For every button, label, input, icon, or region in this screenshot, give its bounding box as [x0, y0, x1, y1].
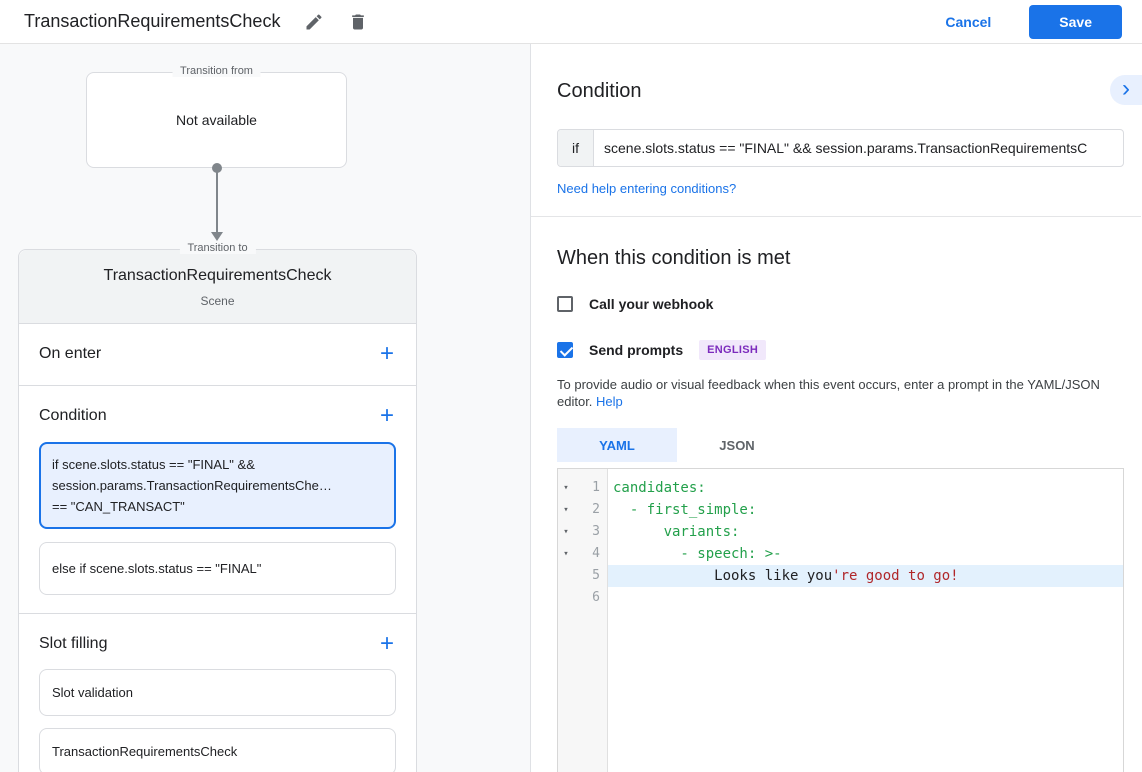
scene-editor-screen: TransactionRequirementsCheck Cancel Save… — [0, 0, 1142, 772]
on-enter-section: On enter + — [19, 324, 416, 386]
on-enter-label: On enter — [39, 345, 101, 363]
prompt-help-link[interactable]: Help — [596, 394, 623, 409]
fold-arrow-icon[interactable]: ▾ — [558, 477, 574, 499]
line-number: 1 — [574, 477, 607, 499]
line-number: 2 — [574, 499, 607, 521]
line-number: 4 — [574, 543, 607, 565]
scene-card-header: TransactionRequirementsCheck Scene — [19, 250, 416, 324]
cancel-button[interactable]: Cancel — [945, 14, 991, 30]
transition-from-box: Transition from Not available — [86, 72, 347, 168]
chevron-right-icon: › — [1122, 77, 1130, 101]
code-line[interactable]: - first_simple: — [608, 499, 1123, 521]
add-on-enter-button[interactable]: + — [378, 344, 396, 364]
transition-to-label: Transition to — [179, 242, 255, 254]
condition-expression-row: if scene.slots.status == "FINAL" && sess… — [557, 129, 1124, 167]
tab-json[interactable]: JSON — [677, 428, 797, 462]
conditions-help-link[interactable]: Need help entering conditions? — [557, 181, 736, 196]
condition-label: Condition — [39, 407, 107, 425]
editor-code-area[interactable]: candidates: - first_simple: variants: - … — [608, 469, 1123, 772]
editor-tabs: YAMLJSON — [557, 428, 1125, 462]
prompt-note-text: To provide audio or visual feedback when… — [557, 377, 1100, 409]
scene-graph-panel: Transition from Not available Transition… — [0, 44, 531, 772]
condition-detail-panel: Condition › if scene.slots.status == "FI… — [531, 44, 1142, 772]
send-prompts-checkbox[interactable] — [557, 342, 573, 358]
transition-to-card: Transition to TransactionRequirementsChe… — [18, 249, 417, 772]
when-met-heading: When this condition is met — [557, 247, 1125, 270]
yaml-editor: ▾1▾2▾3▾456 candidates: - first_simple: v… — [557, 468, 1124, 772]
code-line[interactable] — [608, 587, 1123, 609]
code-line[interactable]: variants: — [608, 521, 1123, 543]
webhook-label: Call your webhook — [589, 296, 713, 312]
condition-card[interactable]: if scene.slots.status == "FINAL" &&sessi… — [39, 442, 396, 529]
collapse-panel-button[interactable]: › — [1110, 75, 1142, 105]
line-number: 3 — [574, 521, 607, 543]
webhook-checkbox[interactable] — [557, 296, 573, 312]
main-split: Transition from Not available Transition… — [0, 44, 1142, 772]
condition-section: Condition + if scene.slots.status == "FI… — [19, 386, 416, 614]
scene-card-title: TransactionRequirementsCheck — [29, 267, 406, 285]
line-number: 6 — [574, 587, 607, 609]
page-title: TransactionRequirementsCheck — [24, 11, 280, 32]
section-divider — [531, 216, 1141, 217]
slot-card[interactable]: Slot validation — [39, 669, 396, 716]
connector-arrow-down-icon — [211, 232, 223, 241]
condition-card[interactable]: else if scene.slots.status == "FINAL" — [39, 542, 396, 595]
trash-icon[interactable] — [348, 12, 368, 32]
send-prompts-row: Send prompts ENGLISH — [557, 340, 1125, 360]
condition-expression-input[interactable]: scene.slots.status == "FINAL" && session… — [594, 130, 1123, 166]
slot-card[interactable]: TransactionRequirementsCheck — [39, 728, 396, 772]
slot-card-list: Slot validation TransactionRequirementsCh… — [39, 669, 396, 772]
webhook-row: Call your webhook — [557, 296, 1125, 312]
scene-card-subtitle: Scene — [29, 294, 406, 308]
fold-arrow-icon[interactable]: ▾ — [558, 499, 574, 521]
tab-yaml[interactable]: YAML — [557, 428, 677, 462]
language-badge: ENGLISH — [699, 340, 766, 360]
transition-from-label: Transition from — [172, 65, 261, 77]
top-bar: TransactionRequirementsCheck Cancel Save — [0, 0, 1142, 44]
add-condition-button[interactable]: + — [378, 406, 396, 426]
code-line[interactable]: candidates: — [608, 477, 1123, 499]
transition-from-value: Not available — [176, 112, 257, 128]
fold-arrow-icon[interactable]: ▾ — [558, 521, 574, 543]
add-slot-button[interactable]: + — [378, 634, 396, 654]
save-button[interactable]: Save — [1029, 5, 1122, 39]
if-label: if — [558, 130, 594, 166]
fold-arrow-icon[interactable]: ▾ — [558, 543, 574, 565]
slot-filling-section: Slot filling + Slot validation Transactio… — [19, 614, 416, 772]
line-number: 5 — [574, 565, 607, 587]
pencil-icon[interactable] — [304, 12, 324, 32]
slot-filling-label: Slot filling — [39, 635, 107, 653]
send-prompts-label: Send prompts — [589, 342, 683, 358]
condition-card-list: if scene.slots.status == "FINAL" &&sessi… — [39, 442, 396, 595]
connector-line — [216, 171, 218, 232]
code-line[interactable]: Looks like you're good to go! — [608, 565, 1123, 587]
prompt-note: To provide audio or visual feedback when… — [557, 376, 1124, 410]
code-line[interactable]: - speech: >- — [608, 543, 1123, 565]
editor-gutter: ▾1▾2▾3▾456 — [558, 469, 608, 772]
condition-heading: Condition — [557, 80, 1125, 103]
